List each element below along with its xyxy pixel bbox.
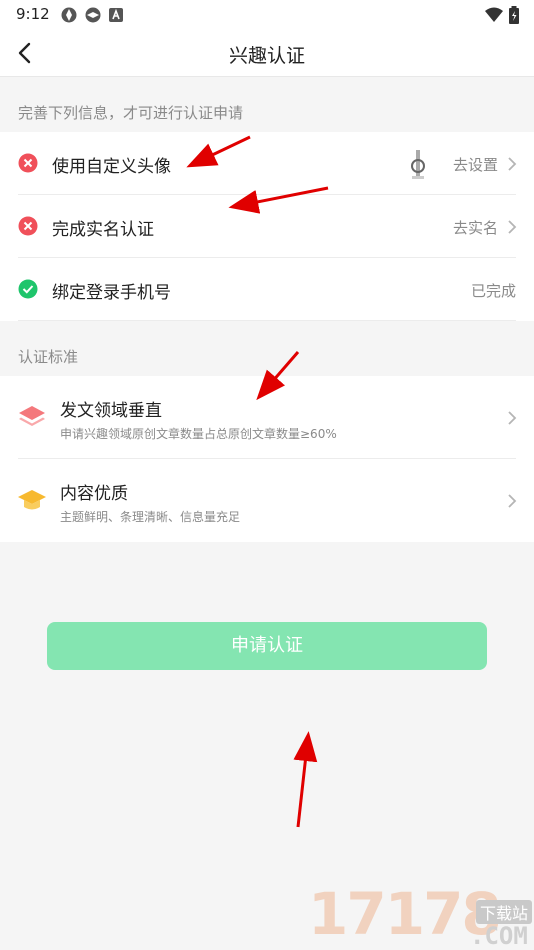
status-bar: 9:12 (0, 0, 534, 30)
app-notification-icon (61, 7, 77, 23)
go-set-link[interactable]: 去设置 (453, 154, 498, 175)
standard-description: 申请兴趣领域原创文章数量占总原创文章数量≥60% (60, 427, 337, 441)
annotation-arrow-4 (293, 731, 318, 828)
requirement-row-phone: 绑定登录手机号 已完成 (0, 258, 534, 321)
watermark-logo-sub: 下载站 (476, 900, 533, 924)
error-x-icon (18, 153, 38, 173)
standards-section-label: 认证标准 (18, 348, 79, 366)
standard-row-vertical-field[interactable]: 发文领域垂直 申请兴趣领域原创文章数量占总原创文章数量≥60% (0, 376, 534, 459)
chevron-right-icon (508, 220, 517, 234)
requirement-row-realname[interactable]: 完成实名认证 去实名 (0, 195, 534, 258)
avatar-thumbnail (411, 150, 425, 179)
apply-certification-button[interactable]: 申请认证 (47, 622, 487, 670)
page-title: 兴趣认证 (228, 45, 305, 67)
requirements-section-label: 完善下列信息，才可进行认证申请 (18, 104, 244, 122)
letter-a-icon (109, 8, 123, 22)
requirement-label: 绑定登录手机号 (52, 283, 171, 303)
layers-icon (19, 406, 45, 426)
graduation-cap-icon (18, 490, 46, 510)
wifi-icon (485, 7, 503, 22)
requirements-card: 使用自定义头像 去设置 完成实名认证 去实名 绑定登录手机号 已完成 (0, 132, 534, 321)
go-realname-link[interactable]: 去实名 (453, 217, 498, 238)
standard-title: 内容优质 (60, 484, 128, 504)
chevron-right-icon (508, 494, 517, 508)
standard-description: 主题鲜明、条理清晰、信息量充足 (60, 510, 241, 524)
standard-row-quality[interactable]: 内容优质 主题鲜明、条理清晰、信息量充足 (0, 459, 534, 542)
battery-icon (509, 6, 519, 24)
error-x-icon (18, 216, 38, 236)
standard-title: 发文领域垂直 (60, 401, 162, 421)
divider (18, 320, 516, 321)
success-check-icon (18, 279, 38, 299)
requirement-label: 完成实名认证 (52, 220, 154, 240)
standards-card: 发文领域垂直 申请兴趣领域原创文章数量占总原创文章数量≥60% 内容优质 主题鲜… (0, 376, 534, 542)
app-header: 兴趣认证 (0, 30, 534, 77)
watermark-logo-domain: .COM (470, 922, 528, 950)
chevron-right-icon (508, 157, 517, 171)
requirement-row-avatar[interactable]: 使用自定义头像 去设置 (0, 132, 534, 195)
status-time: 9:12 (16, 5, 50, 23)
app-notification-icon-2 (85, 7, 101, 23)
chevron-right-icon (508, 411, 517, 425)
requirement-label: 使用自定义头像 (52, 157, 171, 177)
completed-status: 已完成 (470, 282, 516, 300)
